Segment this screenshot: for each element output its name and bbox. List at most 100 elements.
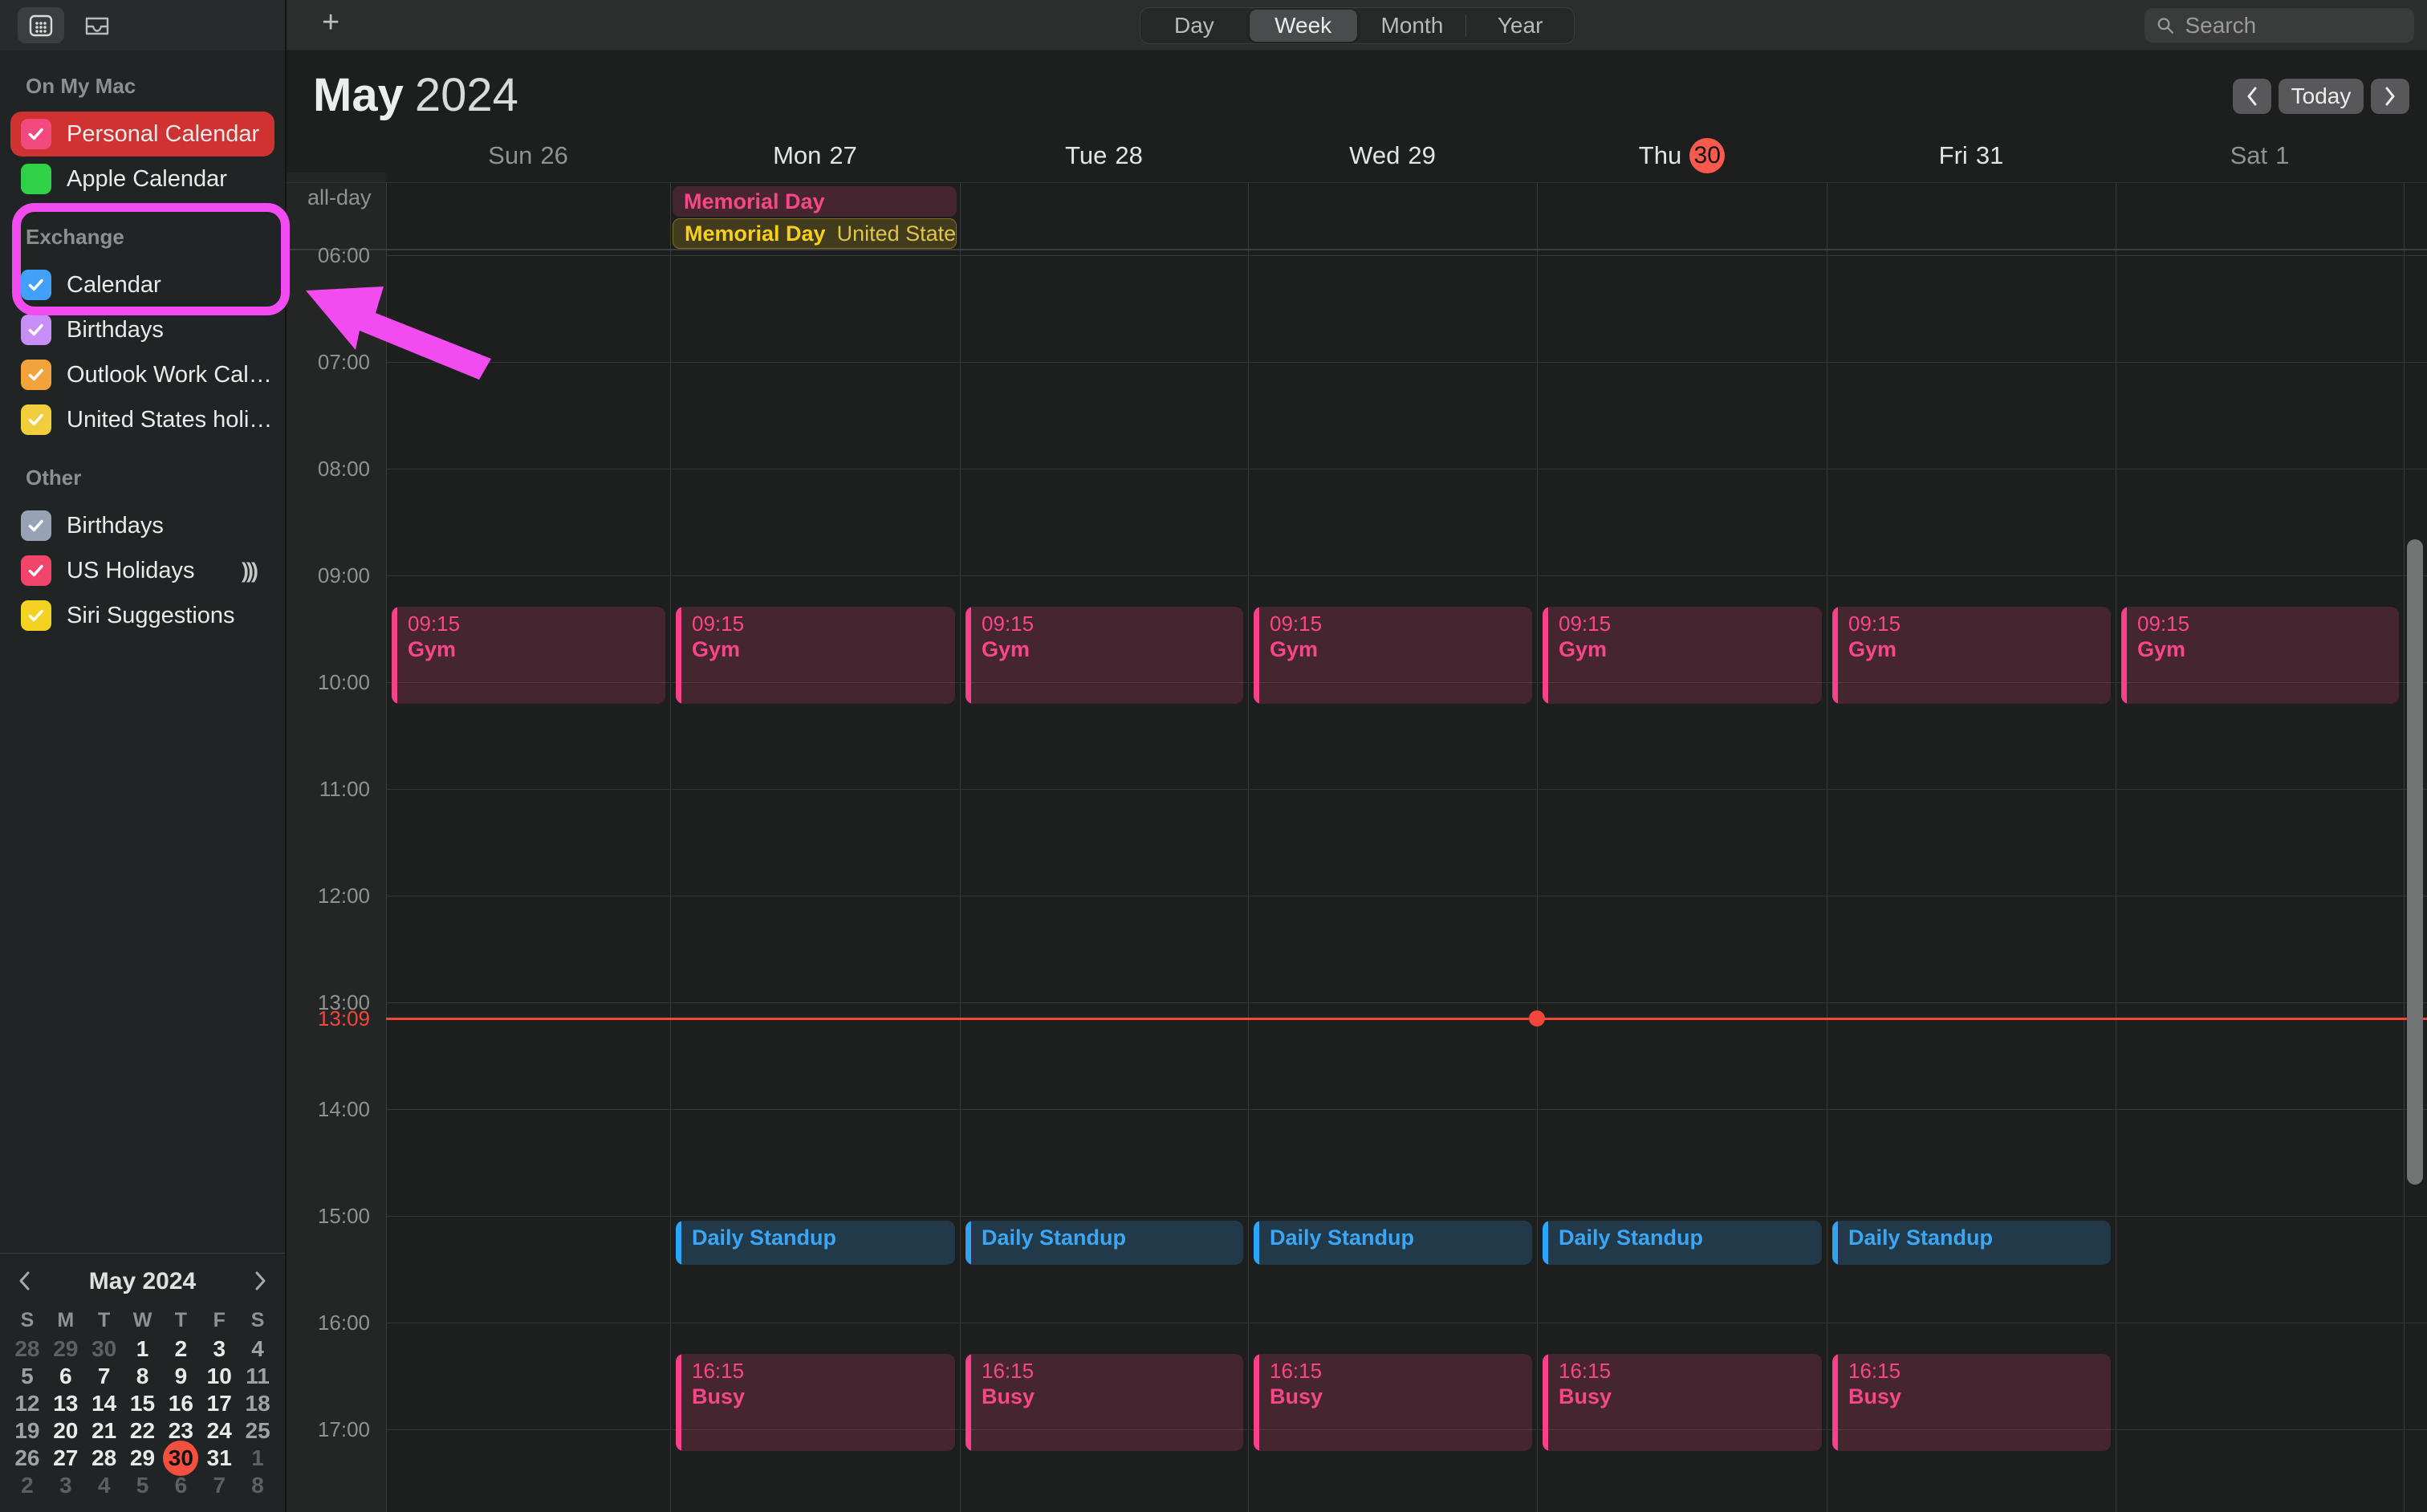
mini-calendar-day[interactable]: 1 bbox=[238, 1445, 277, 1472]
event-color-stripe bbox=[1832, 1354, 1838, 1451]
mini-calendar-day[interactable]: 12 bbox=[8, 1390, 47, 1417]
mini-calendar-day[interactable]: 15 bbox=[124, 1390, 162, 1417]
chevron-right-icon[interactable] bbox=[246, 1266, 275, 1295]
weekday-letter: M bbox=[47, 1305, 85, 1335]
event-busy[interactable]: 16:15Busy bbox=[1832, 1354, 2111, 1451]
add-event-button[interactable]: + bbox=[322, 6, 339, 40]
today-button[interactable]: Today bbox=[2279, 79, 2364, 114]
event-daily-standup[interactable]: Daily Standup bbox=[1254, 1221, 1532, 1265]
mini-calendar-day[interactable]: 27 bbox=[47, 1445, 85, 1472]
search-input[interactable] bbox=[2184, 12, 2404, 39]
mini-calendar-day[interactable]: 6 bbox=[47, 1363, 85, 1390]
calendar-checkbox[interactable] bbox=[21, 600, 51, 631]
mini-calendar-day[interactable]: 16 bbox=[161, 1390, 200, 1417]
calendar-view-icon[interactable] bbox=[18, 7, 64, 43]
sidebar-item-outlook-work-cal-[interactable]: Outlook Work Cal… bbox=[10, 352, 274, 397]
mini-calendar-day[interactable]: 4 bbox=[238, 1335, 277, 1363]
event-gym[interactable]: 09:15Gym bbox=[1543, 607, 1822, 704]
inbox-icon[interactable] bbox=[74, 7, 120, 43]
mini-calendar-day[interactable]: 29 bbox=[47, 1335, 85, 1363]
event-daily-standup[interactable]: Daily Standup bbox=[966, 1221, 1243, 1265]
next-week-button[interactable] bbox=[2371, 79, 2409, 114]
search-field[interactable] bbox=[2144, 8, 2414, 43]
mini-calendar-day[interactable]: 1 bbox=[124, 1335, 162, 1363]
event-daily-standup[interactable]: Daily Standup bbox=[1832, 1221, 2111, 1265]
allday-event-memorial-day[interactable]: Memorial Day bbox=[673, 186, 957, 217]
hour-line bbox=[386, 362, 2427, 363]
sidebar-item-apple-calendar[interactable]: Apple Calendar bbox=[10, 156, 274, 201]
calendar-checkbox[interactable] bbox=[21, 510, 51, 541]
mini-calendar-day[interactable]: 2 bbox=[8, 1472, 47, 1499]
mini-calendar-day[interactable]: 17 bbox=[200, 1390, 238, 1417]
mini-calendar-day[interactable]: 11 bbox=[238, 1363, 277, 1390]
event-busy[interactable]: 16:15Busy bbox=[1543, 1354, 1822, 1451]
sidebar-item-personal-calendar[interactable]: Personal Calendar bbox=[10, 112, 274, 156]
mini-calendar-day[interactable]: 10 bbox=[200, 1363, 238, 1390]
calendar-checkbox[interactable] bbox=[21, 119, 51, 149]
mini-calendar-day[interactable]: 24 bbox=[200, 1417, 238, 1445]
mini-calendar-day[interactable]: 30 bbox=[161, 1445, 200, 1472]
mini-calendar-day[interactable]: 22 bbox=[124, 1417, 162, 1445]
mini-calendar-day[interactable]: 29 bbox=[124, 1445, 162, 1472]
mini-calendar-day[interactable]: 2 bbox=[161, 1335, 200, 1363]
mini-calendar-day[interactable]: 8 bbox=[124, 1363, 162, 1390]
event-busy[interactable]: 16:15Busy bbox=[966, 1354, 1243, 1451]
mini-calendar-day[interactable]: 20 bbox=[47, 1417, 85, 1445]
allday-event-memorial-day[interactable]: Memorial DayUnited States bbox=[673, 218, 957, 249]
tab-month[interactable]: Month bbox=[1359, 10, 1466, 42]
mini-calendar-day[interactable]: 5 bbox=[124, 1472, 162, 1499]
mini-calendar-day[interactable]: 6 bbox=[161, 1472, 200, 1499]
mini-calendar-day[interactable]: 19 bbox=[8, 1417, 47, 1445]
mini-calendar-day[interactable]: 18 bbox=[238, 1390, 277, 1417]
mini-calendar-day[interactable]: 7 bbox=[200, 1472, 238, 1499]
mini-calendar-day[interactable]: 8 bbox=[238, 1472, 277, 1499]
calendar-checkbox[interactable] bbox=[21, 164, 51, 194]
calendar-checkbox[interactable] bbox=[21, 555, 51, 586]
mini-calendar-day[interactable]: 14 bbox=[85, 1390, 124, 1417]
mini-calendar-day[interactable]: 13 bbox=[47, 1390, 85, 1417]
sidebar-item-siri-suggestions[interactable]: Siri Suggestions bbox=[10, 593, 274, 638]
all-day-label: all-day bbox=[307, 185, 372, 210]
mini-calendar-day[interactable]: 28 bbox=[85, 1445, 124, 1472]
prev-week-button[interactable] bbox=[2233, 79, 2271, 114]
event-gym[interactable]: 09:15Gym bbox=[1254, 607, 1532, 704]
mini-calendar-day[interactable]: 28 bbox=[8, 1335, 47, 1363]
tab-week[interactable]: Week bbox=[1250, 10, 1357, 42]
event-daily-standup[interactable]: Daily Standup bbox=[676, 1221, 955, 1265]
sidebar-item-us-holidays[interactable]: US Holidays))) bbox=[10, 548, 274, 593]
mini-calendar-day[interactable]: 25 bbox=[238, 1417, 277, 1445]
mini-calendar-day[interactable]: 26 bbox=[8, 1445, 47, 1472]
calendar-checkbox[interactable] bbox=[21, 360, 51, 390]
event-title: Gym bbox=[1559, 636, 1814, 663]
column-line bbox=[386, 182, 387, 1512]
tab-year[interactable]: Year bbox=[1466, 10, 1574, 42]
event-busy[interactable]: 16:15Busy bbox=[1254, 1354, 1532, 1451]
mini-calendar-day[interactable]: 4 bbox=[85, 1472, 124, 1499]
mini-calendar-day[interactable]: 21 bbox=[85, 1417, 124, 1445]
sidebar-item-united-states-holi-[interactable]: United States holi… bbox=[10, 397, 274, 442]
mini-calendar-day[interactable]: 30 bbox=[85, 1335, 124, 1363]
event-busy[interactable]: 16:15Busy bbox=[676, 1354, 955, 1451]
mini-calendar-day[interactable]: 3 bbox=[47, 1472, 85, 1499]
calendar-checkbox[interactable] bbox=[21, 404, 51, 435]
calendar-checkbox[interactable] bbox=[21, 315, 51, 345]
mini-calendar-day[interactable]: 3 bbox=[200, 1335, 238, 1363]
tab-day[interactable]: Day bbox=[1140, 10, 1248, 42]
mini-calendar-day[interactable]: 5 bbox=[8, 1363, 47, 1390]
event-gym[interactable]: 09:15Gym bbox=[2121, 607, 2399, 704]
day-date: 1 bbox=[2275, 141, 2289, 170]
event-gym[interactable]: 09:15Gym bbox=[966, 607, 1243, 704]
mini-calendar-day[interactable]: 9 bbox=[161, 1363, 200, 1390]
now-line bbox=[386, 1018, 2427, 1020]
search-icon bbox=[2156, 14, 2176, 37]
mini-calendar-day[interactable]: 31 bbox=[200, 1445, 238, 1472]
sidebar-item-birthdays[interactable]: Birthdays bbox=[10, 503, 274, 548]
event-gym[interactable]: 09:15Gym bbox=[676, 607, 955, 704]
event-gym[interactable]: 09:15Gym bbox=[392, 607, 665, 704]
week-grid: all-day 06:0007:0008:0009:0010:0011:0012… bbox=[287, 173, 2427, 1512]
vertical-scrollbar[interactable] bbox=[2407, 539, 2423, 1185]
event-daily-standup[interactable]: Daily Standup bbox=[1543, 1221, 1822, 1265]
mini-calendar-day[interactable]: 7 bbox=[85, 1363, 124, 1390]
event-gym[interactable]: 09:15Gym bbox=[1832, 607, 2111, 704]
hour-label: 06:00 bbox=[287, 243, 370, 268]
